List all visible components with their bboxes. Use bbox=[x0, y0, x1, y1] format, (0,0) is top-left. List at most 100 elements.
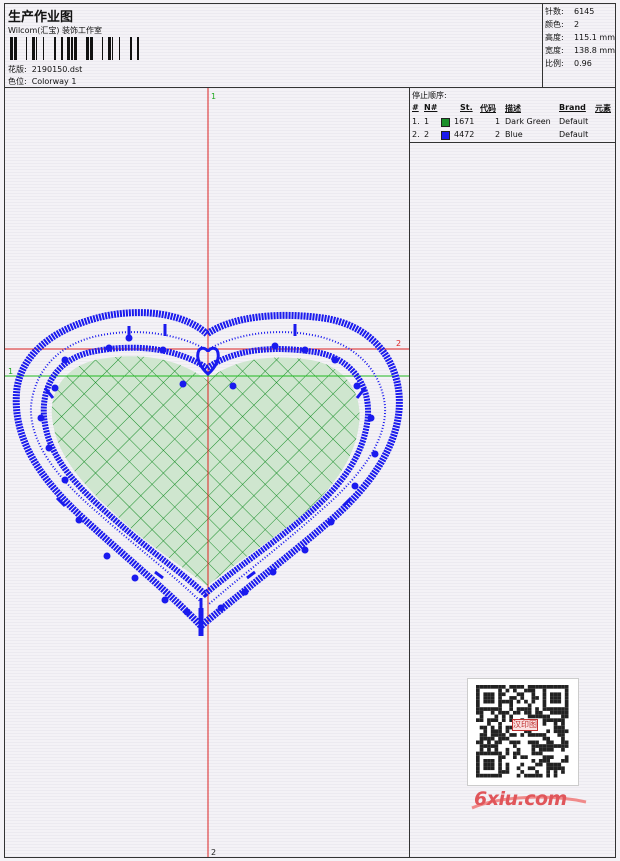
qr-module bbox=[561, 729, 565, 734]
qr-module bbox=[487, 692, 491, 697]
stop-sequence-row: 2. 2 4472 2 Blue Default bbox=[412, 130, 589, 140]
qr-module bbox=[531, 692, 536, 697]
qr-module bbox=[513, 751, 517, 756]
qr-module bbox=[557, 762, 562, 767]
qr-module bbox=[535, 733, 539, 737]
qr-module bbox=[501, 755, 506, 759]
qr-module bbox=[542, 714, 547, 719]
qr-module bbox=[509, 696, 513, 700]
embroidery-dot bbox=[103, 552, 111, 560]
qr-module bbox=[487, 773, 491, 778]
embroidery-preview: 1 2 2 1 bbox=[5, 88, 409, 857]
qr-module bbox=[553, 762, 558, 767]
qr-module bbox=[479, 744, 484, 748]
qr-module bbox=[561, 747, 565, 752]
qr-module bbox=[487, 740, 491, 745]
qr-module bbox=[542, 759, 547, 763]
qr-module bbox=[535, 744, 539, 748]
qr-module bbox=[490, 773, 495, 778]
qr-module bbox=[501, 736, 506, 741]
qr-module bbox=[542, 692, 547, 697]
qr-module bbox=[520, 685, 525, 689]
qr-module bbox=[550, 755, 554, 759]
qr-module bbox=[483, 759, 488, 763]
qr-module bbox=[542, 696, 547, 700]
qr-module bbox=[487, 699, 491, 704]
qr-module bbox=[498, 736, 502, 741]
qr-module bbox=[546, 773, 550, 778]
embroidery-dot bbox=[217, 604, 225, 612]
qr-module bbox=[553, 725, 558, 730]
qr-module bbox=[550, 685, 554, 689]
qr-module bbox=[487, 736, 491, 741]
qr-module bbox=[535, 714, 539, 719]
qr-module bbox=[538, 747, 543, 752]
qr-module bbox=[479, 736, 484, 741]
qr-module bbox=[564, 688, 569, 693]
qr-module bbox=[550, 696, 554, 700]
barcode-bar bbox=[10, 37, 13, 60]
qr-module bbox=[483, 751, 488, 756]
qr-module bbox=[538, 759, 543, 763]
qr-module bbox=[535, 696, 539, 700]
embroidery-dot bbox=[183, 608, 191, 616]
qr-module bbox=[546, 759, 550, 763]
embroidery-dot bbox=[271, 342, 279, 350]
qr-module bbox=[520, 770, 525, 774]
qr-module bbox=[561, 722, 565, 726]
barcode-bar bbox=[102, 37, 103, 60]
qr-module bbox=[524, 707, 528, 711]
qr-module bbox=[527, 714, 532, 719]
qr-module bbox=[516, 692, 521, 697]
qr-module bbox=[546, 747, 550, 752]
embroidery-dot bbox=[105, 344, 113, 352]
qr-module bbox=[505, 747, 510, 752]
qr-module bbox=[498, 773, 502, 778]
qr-module bbox=[553, 699, 558, 704]
qr-module bbox=[505, 729, 510, 734]
embroidery-dot bbox=[327, 518, 335, 526]
qr-module bbox=[483, 744, 488, 748]
qr-module bbox=[476, 740, 480, 745]
qr-module bbox=[487, 707, 491, 711]
qr-module bbox=[564, 692, 569, 697]
qr-module bbox=[553, 729, 558, 734]
stat-colors: 颜色: 2 bbox=[545, 20, 580, 29]
qr-module bbox=[516, 685, 521, 689]
qr-module bbox=[550, 707, 554, 711]
qr-module bbox=[483, 696, 488, 700]
qr-module bbox=[498, 733, 502, 737]
qr-module bbox=[509, 703, 513, 708]
qr-module bbox=[483, 766, 488, 771]
qr-module bbox=[557, 766, 562, 771]
qr-module bbox=[505, 699, 510, 704]
qr-module bbox=[520, 762, 525, 767]
qr-module bbox=[520, 696, 525, 700]
qr-module bbox=[531, 759, 536, 763]
qr-module bbox=[476, 759, 480, 763]
stats-panel: 针数: 6145 颜色: 2 高度: 115.1 mm 宽度: 138.8 mm 比例:… bbox=[543, 4, 615, 88]
qr-module bbox=[564, 714, 569, 719]
qr-module bbox=[546, 707, 550, 711]
qr-module bbox=[513, 685, 517, 689]
barcode-bar bbox=[14, 37, 17, 60]
qr-module bbox=[527, 740, 532, 745]
qr-module bbox=[501, 770, 506, 774]
qr-module bbox=[487, 696, 491, 700]
qr-module bbox=[557, 733, 562, 737]
qr-module bbox=[494, 718, 499, 722]
qr-module bbox=[531, 699, 536, 704]
qr-module bbox=[487, 759, 491, 763]
embroidery-dot bbox=[353, 382, 361, 390]
qr-module bbox=[490, 696, 495, 700]
embroidery-dot bbox=[179, 380, 187, 388]
green-fill-net bbox=[51, 356, 360, 586]
qr-module bbox=[494, 685, 499, 689]
qr-module bbox=[527, 733, 532, 737]
qr-module bbox=[479, 747, 484, 752]
stat-stitches: 针数: 6145 bbox=[545, 7, 595, 16]
qr-module bbox=[564, 703, 569, 708]
qr-module bbox=[561, 707, 565, 711]
qr-module bbox=[531, 714, 536, 719]
qr-module bbox=[553, 722, 558, 726]
